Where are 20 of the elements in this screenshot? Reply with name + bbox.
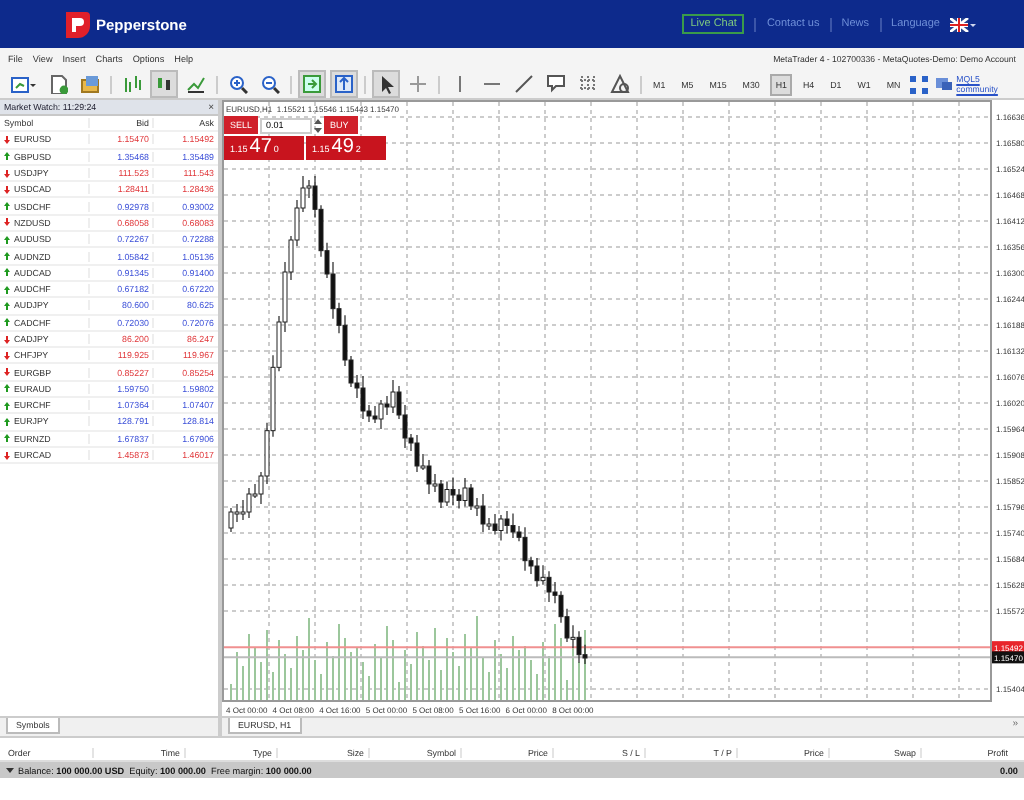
community-icon[interactable] (936, 76, 953, 92)
grid-icon[interactable] (910, 75, 929, 93)
auto-scroll-icon[interactable] (301, 74, 322, 94)
speech-bubble-icon[interactable] (545, 74, 566, 94)
zoom-out-icon[interactable] (259, 74, 280, 94)
chart-shift-icon[interactable] (333, 74, 354, 94)
new-chart-icon[interactable] (10, 74, 36, 94)
bar-chart-icon[interactable] (121, 74, 142, 94)
collapse-icon[interactable] (6, 766, 14, 774)
document-add-icon[interactable] (48, 74, 68, 94)
crosshair-icon[interactable] (407, 74, 428, 94)
trend-line-icon[interactable] (513, 74, 534, 94)
logo-icon (62, 10, 90, 38)
channel-grid-icon[interactable] (577, 74, 598, 94)
flag-icon[interactable] (950, 17, 976, 31)
shapes-icon[interactable] (609, 74, 630, 94)
candles-icon[interactable] (153, 74, 174, 94)
line-chart-icon[interactable] (185, 74, 206, 94)
folders-icon[interactable] (80, 74, 100, 94)
zoom-in-icon[interactable] (227, 74, 248, 94)
